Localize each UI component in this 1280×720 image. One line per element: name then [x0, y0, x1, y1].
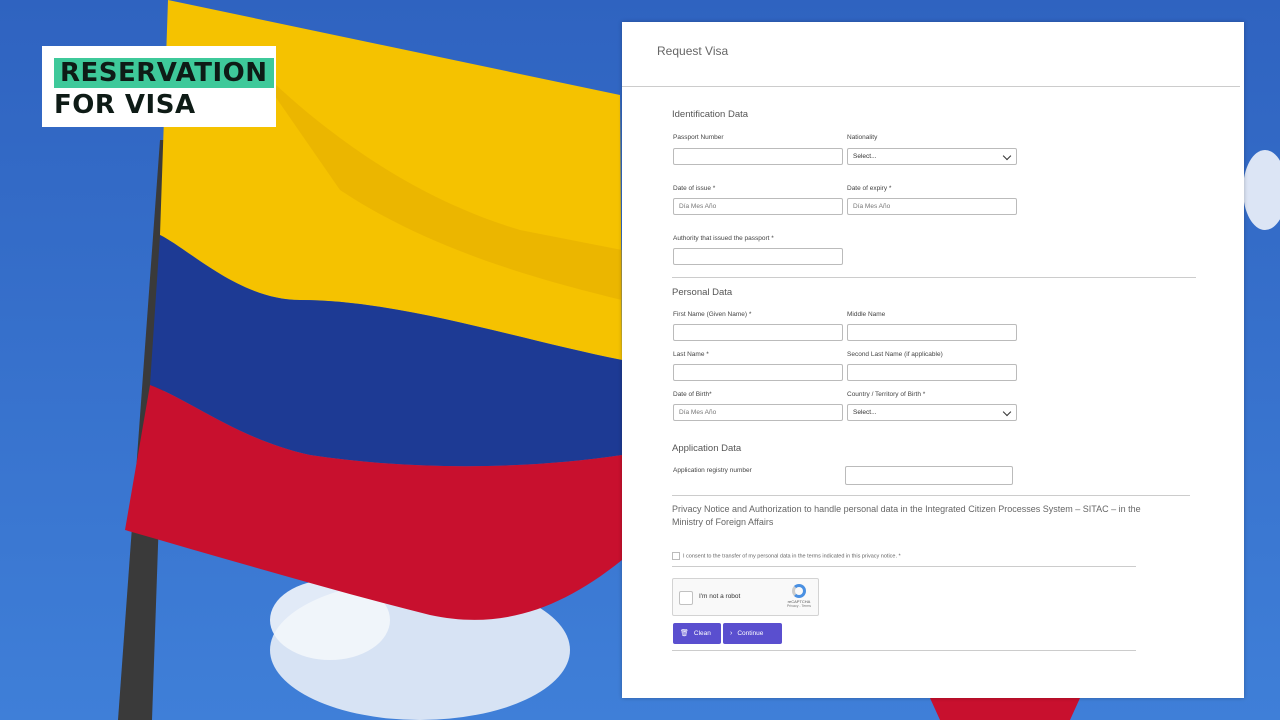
chevron-down-icon: [1002, 407, 1012, 417]
chevron-down-icon: [1002, 151, 1012, 161]
continue-button[interactable]: › Continue: [723, 623, 782, 644]
passport-number-label: Passport Number: [673, 134, 724, 141]
visa-request-form: Request Visa Identification Data Passpor…: [622, 22, 1244, 698]
date-of-birth-label: Date of Birth*: [673, 391, 712, 398]
date-of-issue-input[interactable]: Día Mes Año: [673, 198, 843, 215]
consent-label: I consent to the transfer of my personal…: [683, 553, 901, 560]
logo-line1: RESERVATION: [54, 58, 274, 88]
authority-input[interactable]: [673, 248, 843, 265]
first-name-label: First Name (Given Name) *: [673, 311, 752, 318]
date-of-expiry-input[interactable]: Día Mes Año: [847, 198, 1017, 215]
date-of-birth-input[interactable]: Día Mes Año: [673, 404, 843, 421]
chevron-right-icon: ›: [730, 630, 733, 637]
recaptcha-label: I'm not a robot: [699, 593, 741, 600]
privacy-notice-text: Privacy Notice and Authorization to hand…: [672, 504, 1141, 527]
date-of-issue-label: Date of issue *: [673, 185, 716, 192]
trash-icon: 🗑: [680, 630, 689, 637]
second-last-name-input[interactable]: [847, 364, 1017, 381]
divider: [672, 566, 1136, 567]
application-registry-label: Application registry number: [673, 467, 752, 474]
clean-button[interactable]: 🗑 Clean: [673, 623, 721, 644]
continue-button-label: Continue: [737, 630, 764, 637]
divider: [622, 86, 1240, 87]
divider: [672, 650, 1136, 651]
recaptcha-checkbox[interactable]: [679, 591, 693, 605]
first-name-input[interactable]: [673, 324, 843, 341]
middle-name-label: Middle Name: [847, 311, 886, 318]
middle-name-input[interactable]: [847, 324, 1017, 341]
section-identification-heading: Identification Data: [672, 109, 749, 120]
divider: [672, 277, 1196, 278]
country-of-birth-label: Country / Territory of Birth *: [847, 391, 926, 398]
logo-line2: FOR VISA: [54, 90, 196, 120]
recaptcha-logo: reCAPTCHA Privacy - Terms: [786, 584, 812, 608]
divider: [672, 495, 1190, 496]
nationality-select[interactable]: Select...: [847, 148, 1017, 165]
country-of-birth-select[interactable]: Select...: [847, 404, 1017, 421]
nationality-label: Nationality: [847, 134, 878, 141]
section-application-heading: Application Data: [672, 443, 742, 454]
site-logo: RESERVATION FOR VISA: [42, 46, 276, 127]
recaptcha-links[interactable]: Privacy - Terms: [786, 604, 812, 608]
consent-checkbox[interactable]: [672, 552, 680, 560]
passport-number-input[interactable]: [673, 148, 843, 165]
authority-label: Authority that issued the passport *: [673, 235, 774, 242]
page-title: Request Visa: [657, 44, 729, 58]
country-of-birth-value: Select...: [853, 409, 877, 416]
application-registry-input[interactable]: [845, 466, 1013, 485]
consent-row[interactable]: I consent to the transfer of my personal…: [672, 552, 901, 560]
clean-button-label: Clean: [693, 630, 711, 637]
nationality-value: Select...: [853, 153, 877, 160]
section-personal-heading: Personal Data: [672, 287, 733, 298]
date-of-expiry-label: Date of expiry *: [847, 185, 892, 192]
last-name-input[interactable]: [673, 364, 843, 381]
last-name-label: Last Name *: [673, 351, 709, 358]
recaptcha-widget: I'm not a robot reCAPTCHA Privacy - Term…: [672, 578, 819, 616]
second-last-name-label: Second Last Name (if applicable): [847, 351, 943, 358]
recaptcha-icon: [792, 584, 806, 598]
